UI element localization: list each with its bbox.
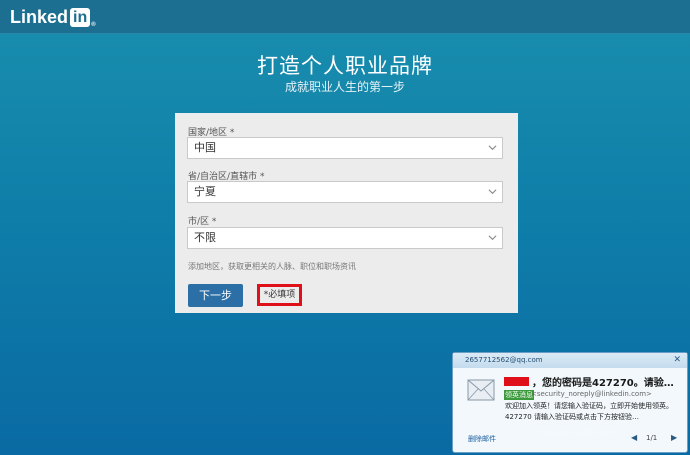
- linkedin-logo[interactable]: Linked in ®: [10, 6, 96, 29]
- watermark: jingyan.baidu.com: [535, 428, 619, 438]
- redacted-name: [504, 377, 529, 386]
- envelope-icon: [467, 379, 495, 401]
- close-icon[interactable]: ✕: [673, 353, 681, 367]
- next-button[interactable]: 下一步: [188, 284, 243, 307]
- sender-badge: 领英消息: [504, 390, 534, 400]
- top-bar: Linked in ®: [0, 0, 690, 34]
- city-label: 市/区 *: [188, 217, 217, 227]
- chevron-down-icon: [488, 189, 497, 195]
- chevron-down-icon: [488, 235, 497, 241]
- city-value: 不限: [194, 231, 216, 244]
- email-subject[interactable]: ，您的密码是427270。请验…: [532, 374, 674, 389]
- popup-account: 2657712562@qq.com: [465, 356, 543, 364]
- logo-in-badge: in: [70, 7, 91, 27]
- logo-registered-mark: ®: [91, 22, 96, 28]
- popup-header: 2657712562@qq.com ✕: [453, 353, 687, 368]
- province-value: 宁夏: [194, 185, 216, 198]
- country-value: 中国: [194, 141, 216, 154]
- popup-pager: 1/1: [646, 434, 658, 442]
- city-select[interactable]: 不限: [187, 227, 503, 249]
- country-select[interactable]: 中国: [187, 137, 503, 159]
- next-arrow-icon[interactable]: ▶: [671, 433, 677, 442]
- delete-email-link[interactable]: 删除邮件: [468, 434, 496, 444]
- required-field-note: *必填项: [257, 284, 302, 306]
- province-select[interactable]: 宁夏: [187, 181, 503, 203]
- email-preview[interactable]: 欢迎加入领英！请您输入验证码，立即开始使用领英。427270 请输入验证码或点击…: [505, 401, 681, 423]
- logo-text: Linked: [10, 6, 69, 27]
- chevron-down-icon: [488, 145, 497, 151]
- prev-arrow-icon[interactable]: ◀: [631, 433, 637, 442]
- page-subtitle: 成就职业人生的第一步: [284, 80, 405, 94]
- location-form: 国家/地区 * 中国 省/自治区/直辖市 * 宁夏 市/区 * 不限 添加地区，…: [175, 113, 518, 313]
- location-hint: 添加地区，获取更相关的人脉、职位和职场资讯: [188, 262, 356, 271]
- page-title: 打造个人职业品牌: [257, 54, 433, 78]
- sender-address: <security_noreply@linkedin.com>: [531, 390, 652, 398]
